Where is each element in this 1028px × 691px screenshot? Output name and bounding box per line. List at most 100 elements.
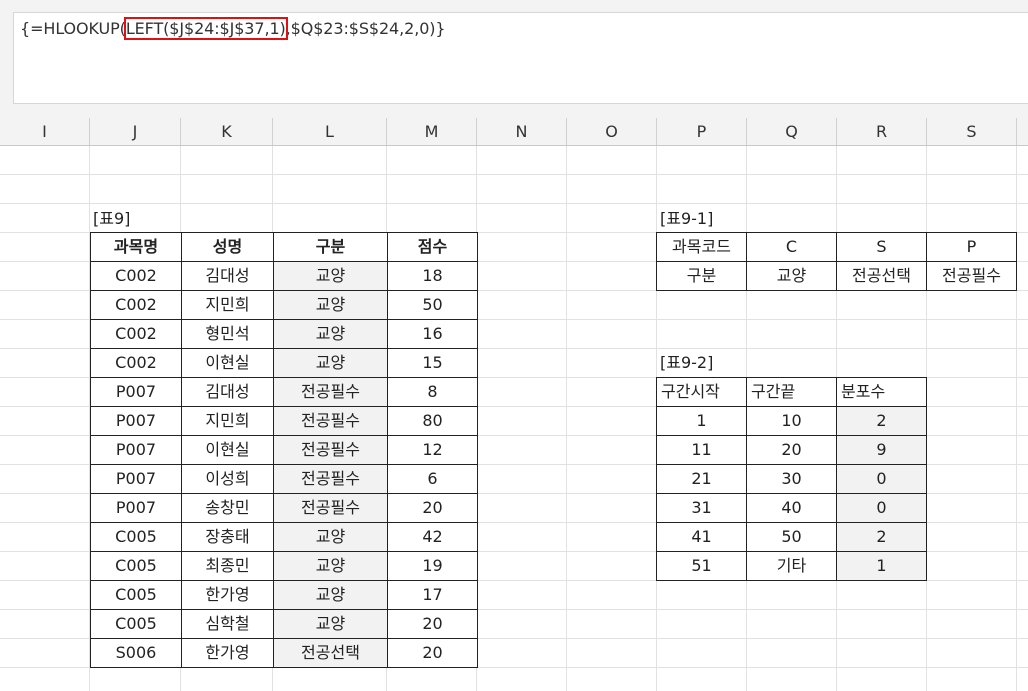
table9-cell[interactable]: C002 <box>90 261 182 291</box>
spreadsheet-grid[interactable]: [표9] 과목명 성명 구분 점수 C002 김대성 교양 18 C002 지민희 교양 50 C002… <box>0 146 1028 691</box>
column-header-P[interactable]: P <box>657 118 747 145</box>
table9-cell[interactable]: 교양 <box>273 348 388 378</box>
column-header-S[interactable]: S <box>927 118 1017 145</box>
table9-cell[interactable]: P007 <box>90 406 182 436</box>
table9-cell[interactable]: C005 <box>90 609 182 639</box>
table9-1-cell[interactable]: 전공선택 <box>836 261 927 291</box>
table9-cell[interactable]: 19 <box>387 551 478 581</box>
table9-cell[interactable]: 전공필수 <box>273 377 388 407</box>
table9-1-cell[interactable]: 과목코드 <box>656 232 747 262</box>
column-header-J[interactable]: J <box>90 118 181 145</box>
table9-1-cell[interactable]: 교양 <box>746 261 837 291</box>
table9-cell[interactable]: S006 <box>90 638 182 668</box>
table9-cell[interactable]: 교양 <box>273 261 388 291</box>
table9-cell[interactable]: 12 <box>387 435 478 465</box>
table9-cell[interactable]: C005 <box>90 551 182 581</box>
column-header-K[interactable]: K <box>181 118 273 145</box>
column-header-L[interactable]: L <box>273 118 387 145</box>
table9-cell[interactable]: 최종민 <box>181 551 274 581</box>
table9-cell[interactable]: 김대성 <box>181 377 274 407</box>
table9-2-cell[interactable]: 41 <box>656 522 747 552</box>
table9-cell[interactable]: P007 <box>90 493 182 523</box>
table9-cell[interactable]: 교양 <box>273 290 388 320</box>
column-header-O[interactable]: O <box>567 118 657 145</box>
table9-cell[interactable]: P007 <box>90 464 182 494</box>
table9-cell[interactable]: 김대성 <box>181 261 274 291</box>
table9-2-cell[interactable]: 10 <box>746 406 837 436</box>
table9-cell[interactable]: 전공선택 <box>273 638 388 668</box>
table9-cell[interactable]: 지민희 <box>181 406 274 436</box>
column-header-Q[interactable]: Q <box>747 118 837 145</box>
table9-1-cell[interactable]: P <box>926 232 1017 262</box>
table9-cell[interactable]: 지민희 <box>181 290 274 320</box>
table9-cell[interactable]: 20 <box>387 493 478 523</box>
table9-cell[interactable]: 전공필수 <box>273 406 388 436</box>
table9-2-cell[interactable]: 0 <box>836 464 927 494</box>
table9-2-header-cell[interactable]: 분포수 <box>836 377 927 407</box>
table9-cell[interactable]: 이성희 <box>181 464 274 494</box>
table9-2-cell[interactable]: 51 <box>656 551 747 581</box>
table9-2-cell[interactable]: 50 <box>746 522 837 552</box>
column-header-I[interactable]: I <box>0 118 90 145</box>
table9-cell[interactable]: 20 <box>387 609 478 639</box>
table9-2-cell[interactable]: 기타 <box>746 551 837 581</box>
column-header-N[interactable]: N <box>477 118 567 145</box>
table9-cell[interactable]: C005 <box>90 522 182 552</box>
table9-2-header-cell[interactable]: 구간시작 <box>656 377 747 407</box>
table9-2-cell[interactable]: 30 <box>746 464 837 494</box>
table9-1-cell[interactable]: 전공필수 <box>926 261 1017 291</box>
table9-header-cell[interactable]: 점수 <box>387 232 478 262</box>
table9-cell[interactable]: 교양 <box>273 580 388 610</box>
table9-cell[interactable]: 형민석 <box>181 319 274 349</box>
table9-cell[interactable]: 심학철 <box>181 609 274 639</box>
table9-header-cell[interactable]: 구분 <box>273 232 388 262</box>
table9-2-cell[interactable]: 1 <box>836 551 927 581</box>
table9-2-cell[interactable]: 2 <box>836 522 927 552</box>
table9-cell[interactable]: 8 <box>387 377 478 407</box>
table9-cell[interactable]: C002 <box>90 348 182 378</box>
table9-cell[interactable]: 16 <box>387 319 478 349</box>
table9-2-cell[interactable]: 21 <box>656 464 747 494</box>
table9-cell[interactable]: 전공필수 <box>273 435 388 465</box>
formula-bar[interactable]: {=HLOOKUP(LEFT($J$24:$J$37,1),$Q$23:$S$2… <box>13 12 1028 104</box>
column-header-M[interactable]: M <box>387 118 477 145</box>
table9-cell[interactable]: 50 <box>387 290 478 320</box>
table9-2-cell[interactable]: 11 <box>656 435 747 465</box>
table9-header-cell[interactable]: 과목명 <box>90 232 182 262</box>
table9-cell[interactable]: C002 <box>90 319 182 349</box>
table9-cell[interactable]: 교양 <box>273 319 388 349</box>
table9-cell[interactable]: 이현실 <box>181 435 274 465</box>
table9-cell[interactable]: 교양 <box>273 522 388 552</box>
table9-cell[interactable]: 송창민 <box>181 493 274 523</box>
table9-1-cell[interactable]: S <box>836 232 927 262</box>
table9-2-cell[interactable]: 1 <box>656 406 747 436</box>
table9-2-cell[interactable]: 9 <box>836 435 927 465</box>
table9-cell[interactable]: 전공필수 <box>273 493 388 523</box>
table9-cell[interactable]: 15 <box>387 348 478 378</box>
table9-2-cell[interactable]: 40 <box>746 493 837 523</box>
table9-cell[interactable]: 이현실 <box>181 348 274 378</box>
table9-1-cell[interactable]: 구분 <box>656 261 747 291</box>
table9-cell[interactable]: 6 <box>387 464 478 494</box>
table9-1-cell[interactable]: C <box>746 232 837 262</box>
table9-cell[interactable]: 한가영 <box>181 638 274 668</box>
table9-cell[interactable]: 42 <box>387 522 478 552</box>
table9-cell[interactable]: P007 <box>90 377 182 407</box>
table9-cell[interactable]: 교양 <box>273 609 388 639</box>
table9-cell[interactable]: 전공필수 <box>273 464 388 494</box>
table9-cell[interactable]: 교양 <box>273 551 388 581</box>
table9-cell[interactable]: P007 <box>90 435 182 465</box>
table9-cell[interactable]: 한가영 <box>181 580 274 610</box>
table9-cell[interactable]: 20 <box>387 638 478 668</box>
table9-2-cell[interactable]: 0 <box>836 493 927 523</box>
table9-cell[interactable]: C005 <box>90 580 182 610</box>
table9-cell[interactable]: 장충태 <box>181 522 274 552</box>
table9-cell[interactable]: 17 <box>387 580 478 610</box>
table9-cell[interactable]: 80 <box>387 406 478 436</box>
table9-2-cell[interactable]: 31 <box>656 493 747 523</box>
table9-cell[interactable]: 18 <box>387 261 478 291</box>
table9-2-cell[interactable]: 20 <box>746 435 837 465</box>
table9-2-cell[interactable]: 2 <box>836 406 927 436</box>
column-header-R[interactable]: R <box>837 118 927 145</box>
table9-2-header-cell[interactable]: 구간끝 <box>746 377 837 407</box>
